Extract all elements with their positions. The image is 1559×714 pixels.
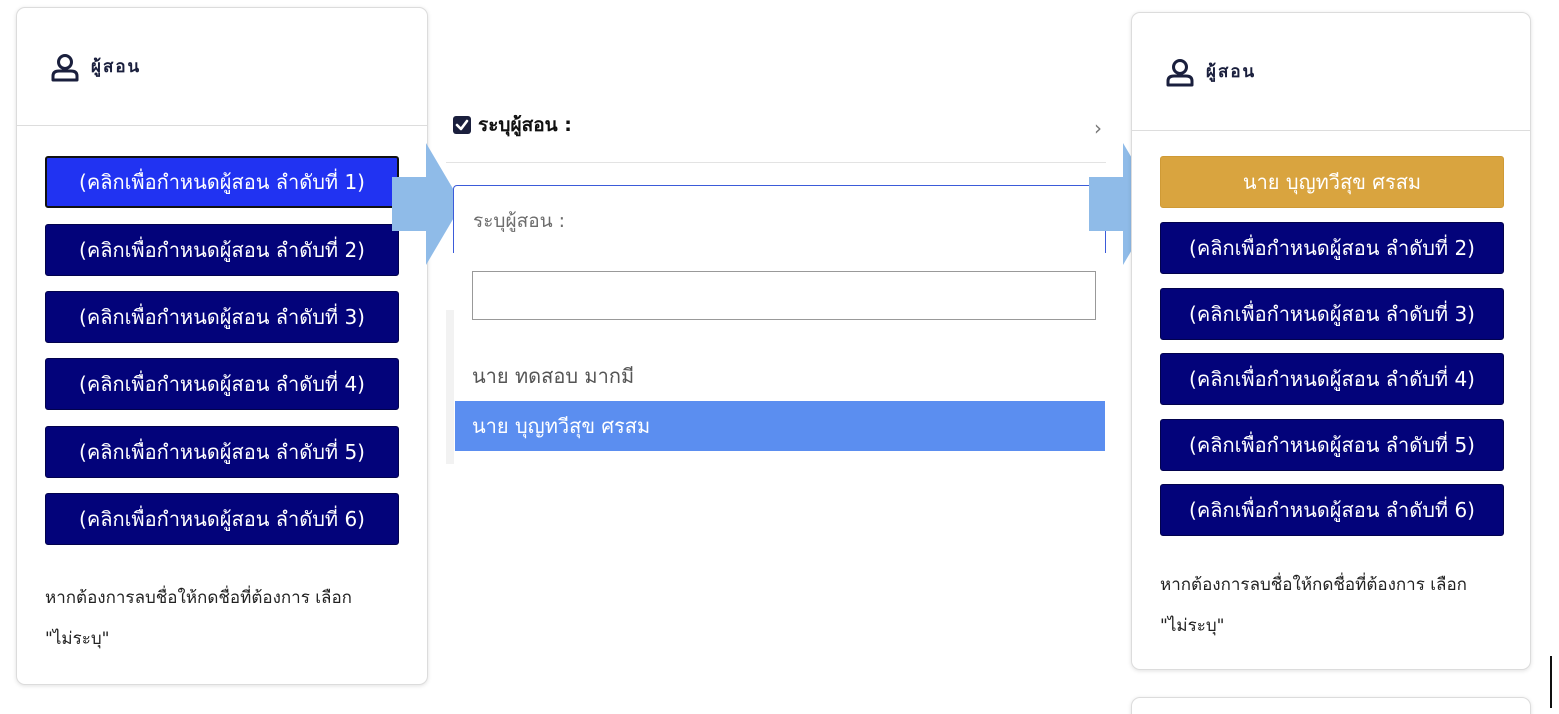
select-placeholder: ระบุผู้สอน : — [473, 210, 566, 232]
assign-teacher-3-button[interactable]: (คลิกเพื่อกำหนดผู้สอน ลำดับที่ 3) — [45, 291, 399, 343]
remove-hint-line2: "ไม่ระบุ" — [1160, 616, 1225, 636]
assign-teacher-6-button[interactable]: (คลิกเพื่อกำหนดผู้สอน ลำดับที่ 6) — [1160, 484, 1504, 536]
user-icon — [1166, 58, 1194, 86]
chevron-right-icon[interactable]: › — [1094, 116, 1102, 140]
assign-teacher-2-button[interactable]: (คลิกเพื่อกำหนดผู้สอน ลำดับที่ 2) — [1160, 222, 1504, 274]
assign-teacher-5-button[interactable]: (คลิกเพื่อกำหนดผู้สอน ลำดับที่ 5) — [1160, 419, 1504, 471]
dropdown-option-highlighted[interactable]: นาย บุญทวีสุข ศรสม — [455, 401, 1105, 451]
edge-line — [1550, 656, 1552, 708]
assign-teacher-1-button[interactable]: (คลิกเพื่อกำหนดผู้สอน ลำดับที่ 1) — [45, 156, 399, 208]
remove-hint: หากต้องการลบชื่อให้กดชื่อที่ต้องการ เลือ… — [1160, 565, 1467, 647]
assign-teacher-3-button[interactable]: (คลิกเพื่อกำหนดผู้สอน ลำดับที่ 3) — [1160, 288, 1504, 340]
remove-hint: หากต้องการลบชื่อให้กดชื่อที่ต้องการ เลือ… — [45, 578, 352, 660]
assign-teacher-4-button[interactable]: (คลิกเพื่อกำหนดผู้สอน ลำดับที่ 4) — [1160, 353, 1504, 405]
divider — [446, 162, 1106, 163]
left-card-header: ผู้สอน — [17, 8, 427, 126]
assign-teacher-4-button[interactable]: (คลิกเพื่อกำหนดผู้สอน ลำดับที่ 4) — [45, 358, 399, 410]
teacher-field-label-text: ระบุผู้สอน : — [478, 114, 572, 136]
right-teacher-card: ผู้สอน นาย บุญทวีสุข ศรสม (คลิกเพื่อกำหน… — [1131, 12, 1531, 670]
assigned-teacher-1-button[interactable]: นาย บุญทวีสุข ศรสม — [1160, 156, 1504, 208]
right-card-header: ผู้สอน — [1132, 13, 1530, 131]
search-input[interactable] — [472, 271, 1096, 320]
remove-hint-line2: "ไม่ระบุ" — [45, 629, 110, 649]
assign-teacher-5-button[interactable]: (คลิกเพื่อกำหนดผู้สอน ลำดับที่ 5) — [45, 426, 399, 478]
remove-hint-line1: หากต้องการลบชื่อให้กดชื่อที่ต้องการ เลือ… — [1160, 575, 1467, 595]
assign-teacher-2-button[interactable]: (คลิกเพื่อกำหนดผู้สอน ลำดับที่ 2) — [45, 224, 399, 276]
teacher-dropdown: ระบุผู้สอน : นาย ทดสอบ มากมี นาย บุญทวีส… — [455, 196, 1105, 452]
dropdown-option[interactable]: นาย ทดสอบ มากมี — [455, 351, 1105, 401]
background-strip — [446, 310, 454, 464]
user-icon — [51, 53, 79, 81]
card-title: ผู้สอน — [91, 57, 142, 77]
assign-teacher-6-button[interactable]: (คลิกเพื่อกำหนดผู้สอน ลำดับที่ 6) — [45, 493, 399, 545]
card-title: ผู้สอน — [1206, 62, 1257, 82]
next-card-partial — [1131, 697, 1531, 714]
remove-hint-line1: หากต้องการลบชื่อให้กดชื่อที่ต้องการ เลือ… — [45, 588, 352, 608]
checkbox-icon — [453, 116, 471, 134]
left-teacher-card: ผู้สอน (คลิกเพื่อกำหนดผู้สอน ลำดับที่ 1)… — [16, 7, 428, 685]
dropdown-option-partial[interactable] — [455, 319, 1105, 339]
teacher-field-label: ระบุผู้สอน : — [452, 110, 572, 140]
